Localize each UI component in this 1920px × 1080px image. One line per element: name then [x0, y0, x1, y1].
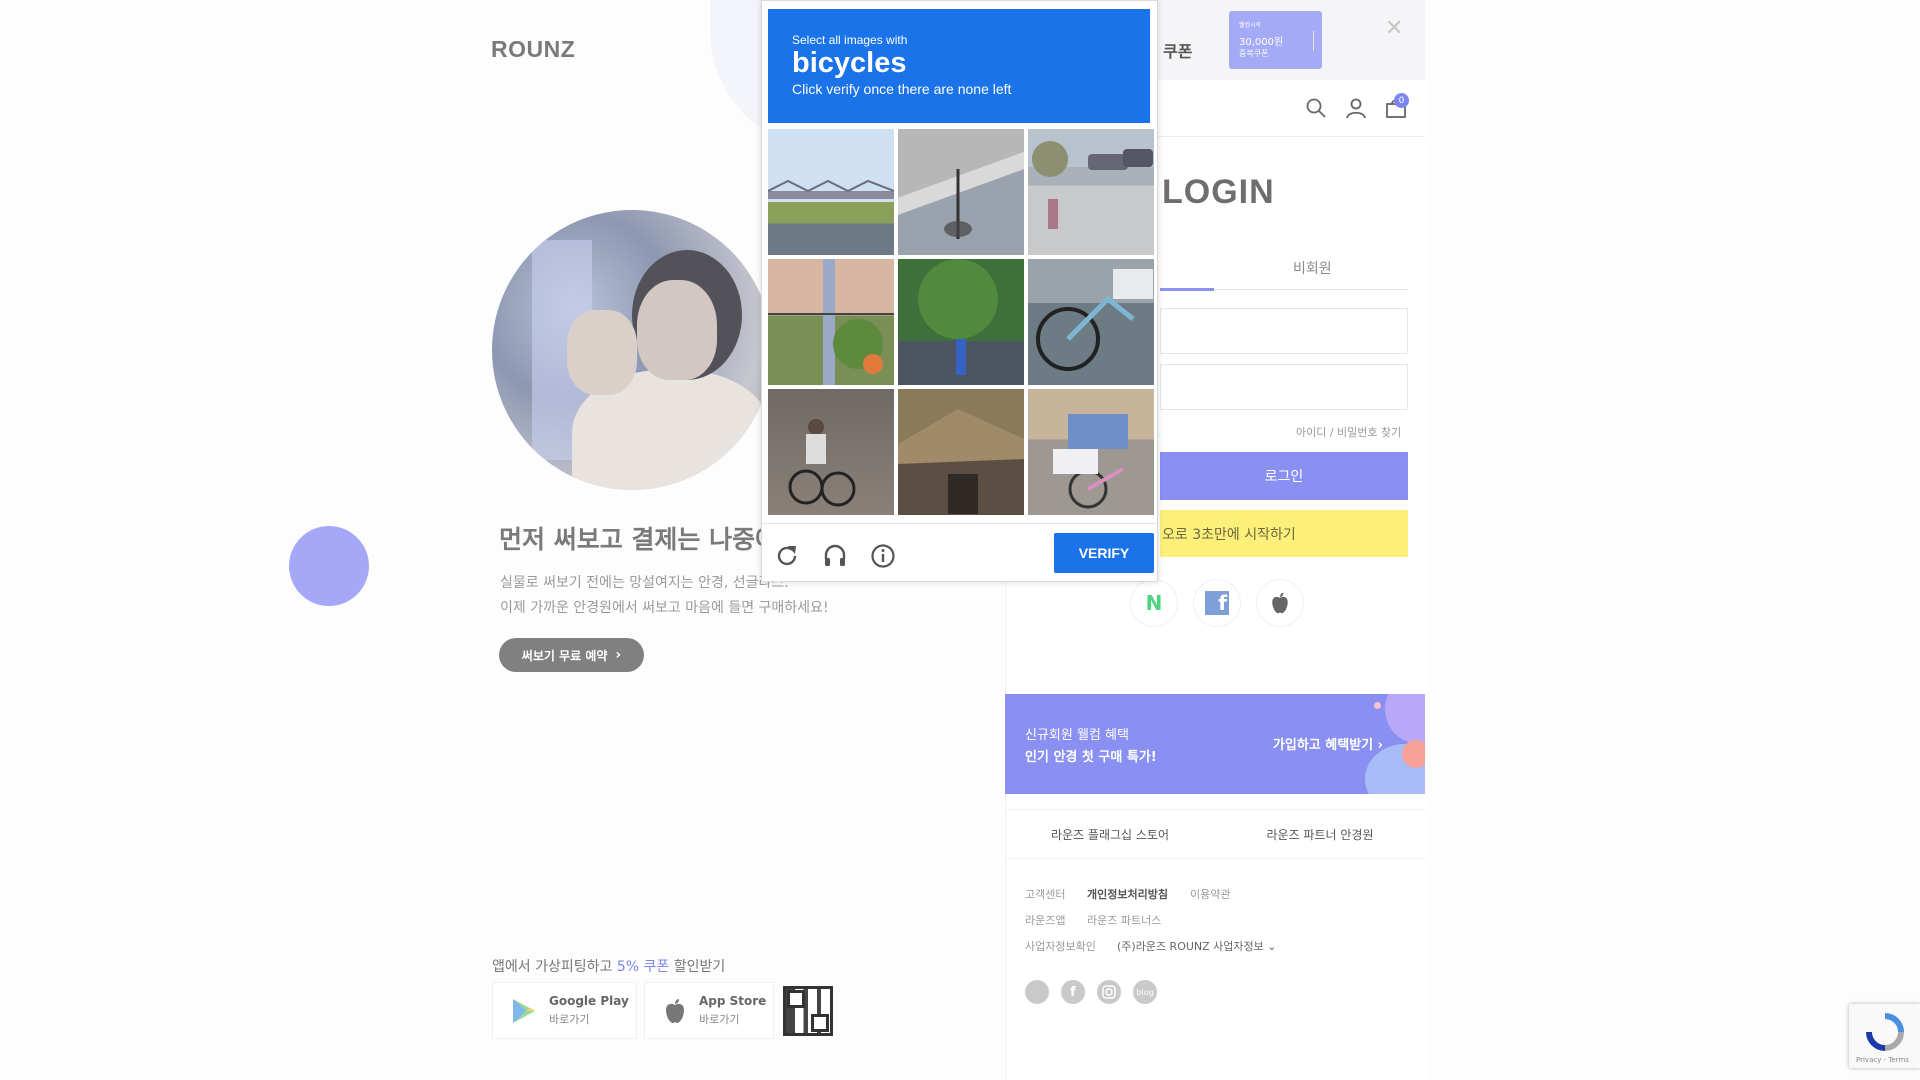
- verify-button[interactable]: VERIFY: [1054, 533, 1154, 573]
- refresh-icon[interactable]: [772, 541, 802, 571]
- footer-business-check[interactable]: 사업자정보확인: [1025, 938, 1096, 954]
- captcha-tile-8[interactable]: [898, 389, 1024, 515]
- site-logo[interactable]: ROUNZ: [491, 36, 575, 63]
- captcha-instructions: Select all images with bicycles Click ve…: [768, 9, 1150, 123]
- banner-decoration: [1374, 702, 1381, 709]
- hero-description-line1: 실물로 써보기 전에는 망설여지는 안경, 선글라스.: [500, 575, 789, 591]
- kakao-login-button[interactable]: 오로 3초만에 시작하기: [1160, 510, 1408, 557]
- app-promo-highlight: 5% 쿠폰: [616, 959, 670, 975]
- recaptcha-logo-icon: [1866, 1013, 1904, 1051]
- partner-store-link[interactable]: 라운즈 파트너 안경원: [1215, 826, 1425, 843]
- google-play-icon: [513, 998, 535, 1023]
- ticket-desc: 중복쿠폰: [1239, 49, 1269, 58]
- footer-business-info-toggle[interactable]: (주)라운즈 ROUNZ 사업자정보 ⌄: [1117, 938, 1277, 954]
- ticket-perforation: [1313, 31, 1314, 51]
- facebook-icon[interactable]: f: [1061, 980, 1085, 1004]
- google-play-button[interactable]: Google Play 바로가기: [492, 982, 637, 1039]
- captcha-challenge: Select all images with bicycles Click ve…: [761, 0, 1158, 582]
- captcha-tile-2[interactable]: [898, 129, 1024, 255]
- login-title: LOGIN: [1162, 173, 1275, 211]
- captcha-tile-4[interactable]: [768, 259, 894, 385]
- apple-icon: [1272, 592, 1288, 614]
- free-trial-reservation-button[interactable]: 써보기 무료 예약 ›: [499, 638, 644, 672]
- google-play-label: Google Play: [549, 994, 629, 1008]
- naver-icon: N: [1145, 591, 1163, 615]
- ticket-caption: 웰컴시작: [1239, 22, 1262, 29]
- app-store-sub: 바로가기: [699, 1013, 740, 1026]
- app-promo-title: 앱에서 가상피팅하고 5% 쿠폰 할인받기: [492, 956, 725, 976]
- app-store-button[interactable]: App Store 바로가기: [644, 982, 774, 1039]
- google-play-sub: 바로가기: [549, 1013, 590, 1026]
- app-promo-prefix: 앱에서 가상피팅하고: [492, 959, 617, 975]
- banner-line2: 인기 안경 첫 구매 특가!: [1025, 750, 1157, 765]
- recaptcha-privacy-terms[interactable]: Privacy - Terms: [1856, 1056, 1909, 1064]
- captcha-tile-3[interactable]: [1028, 129, 1154, 255]
- naver-login-button[interactable]: N: [1130, 579, 1178, 627]
- captcha-tile-1[interactable]: [768, 129, 894, 255]
- captcha-instruction-line3: Click verify once there are none left: [792, 81, 1012, 97]
- banner-signup-link[interactable]: 가입하고 혜택받기 ›: [1273, 734, 1383, 753]
- qr-code: [783, 986, 833, 1036]
- banner-decoration: [1402, 740, 1425, 768]
- captcha-target: bicycles: [792, 47, 907, 79]
- footer-partners[interactable]: 라운즈 파트너스: [1087, 912, 1161, 928]
- instagram-icon[interactable]: [1097, 980, 1121, 1004]
- trial-button-label: 써보기 무료 예약: [521, 648, 608, 663]
- coupon-tab[interactable]: 쿠폰: [1163, 38, 1192, 62]
- login-button[interactable]: 로그인: [1160, 452, 1408, 500]
- captcha-instruction-line1: Select all images with: [792, 33, 908, 47]
- cart-count-badge: 0: [1394, 93, 1409, 108]
- footer-terms[interactable]: 이용약관: [1190, 886, 1230, 902]
- chevron-right-icon: ›: [615, 647, 622, 663]
- recaptcha-badge[interactable]: Privacy - Terms: [1849, 1004, 1920, 1068]
- hero-image: [492, 210, 772, 490]
- ticket-amount: 30,000원: [1239, 37, 1284, 48]
- search-icon[interactable]: [1304, 96, 1328, 120]
- footer-app[interactable]: 라운즈앱: [1025, 912, 1065, 928]
- close-icon[interactable]: ✕: [1385, 16, 1403, 41]
- facebook-login-button[interactable]: f: [1193, 579, 1241, 627]
- hero-title: 먼저 써보고 결제는 나중에: [499, 525, 779, 554]
- blog-icon[interactable]: blog: [1133, 980, 1157, 1004]
- hero-description-line2: 이제 가까운 안경원에서 써보고 마음에 들면 구매하세요!: [500, 600, 829, 616]
- user-icon[interactable]: [1344, 96, 1368, 120]
- info-icon[interactable]: [868, 541, 898, 571]
- captcha-tile-9[interactable]: [1028, 389, 1154, 515]
- app-promo-suffix: 할인받기: [669, 959, 726, 975]
- facebook-icon: f: [1205, 591, 1229, 615]
- coupon-ticket[interactable]: 웰컴시작 30,000원 중복쿠폰: [1229, 11, 1322, 69]
- captcha-tile-7[interactable]: [768, 389, 894, 515]
- welcome-benefit-banner[interactable]: 신규회원 웰컴 혜택 인기 안경 첫 구매 특가! 가입하고 혜택받기 ›: [1005, 694, 1425, 794]
- tab-member-indicator[interactable]: [1160, 288, 1214, 291]
- captcha-tile-6[interactable]: [1028, 259, 1154, 385]
- audio-challenge-icon[interactable]: [820, 541, 850, 571]
- footer-privacy[interactable]: 개인정보처리방침: [1087, 886, 1168, 902]
- tab-guest[interactable]: 비회원: [1293, 258, 1332, 278]
- app-store-label: App Store: [699, 994, 767, 1008]
- captcha-tile-5[interactable]: [898, 259, 1024, 385]
- banner-decoration: [1385, 694, 1425, 744]
- password-field[interactable]: [1160, 364, 1408, 410]
- id-field[interactable]: [1160, 308, 1408, 354]
- decorative-circle: [289, 526, 369, 606]
- apple-login-button[interactable]: [1256, 579, 1304, 627]
- flagship-store-link[interactable]: 라운즈 플래그십 스토어: [1005, 826, 1215, 843]
- store-links: 라운즈 플래그십 스토어 라운즈 파트너 안경원: [1005, 809, 1425, 859]
- footer-customer-center[interactable]: 고객센터: [1025, 886, 1065, 902]
- find-id-password-link[interactable]: 아이디 / 비밀번호 찾기: [1296, 424, 1401, 440]
- banner-line1: 신규회원 웰컴 혜택: [1025, 728, 1129, 743]
- captcha-footer-divider: [762, 523, 1157, 524]
- apple-icon: [666, 998, 684, 1023]
- kakao-channel-icon[interactable]: [1025, 980, 1049, 1004]
